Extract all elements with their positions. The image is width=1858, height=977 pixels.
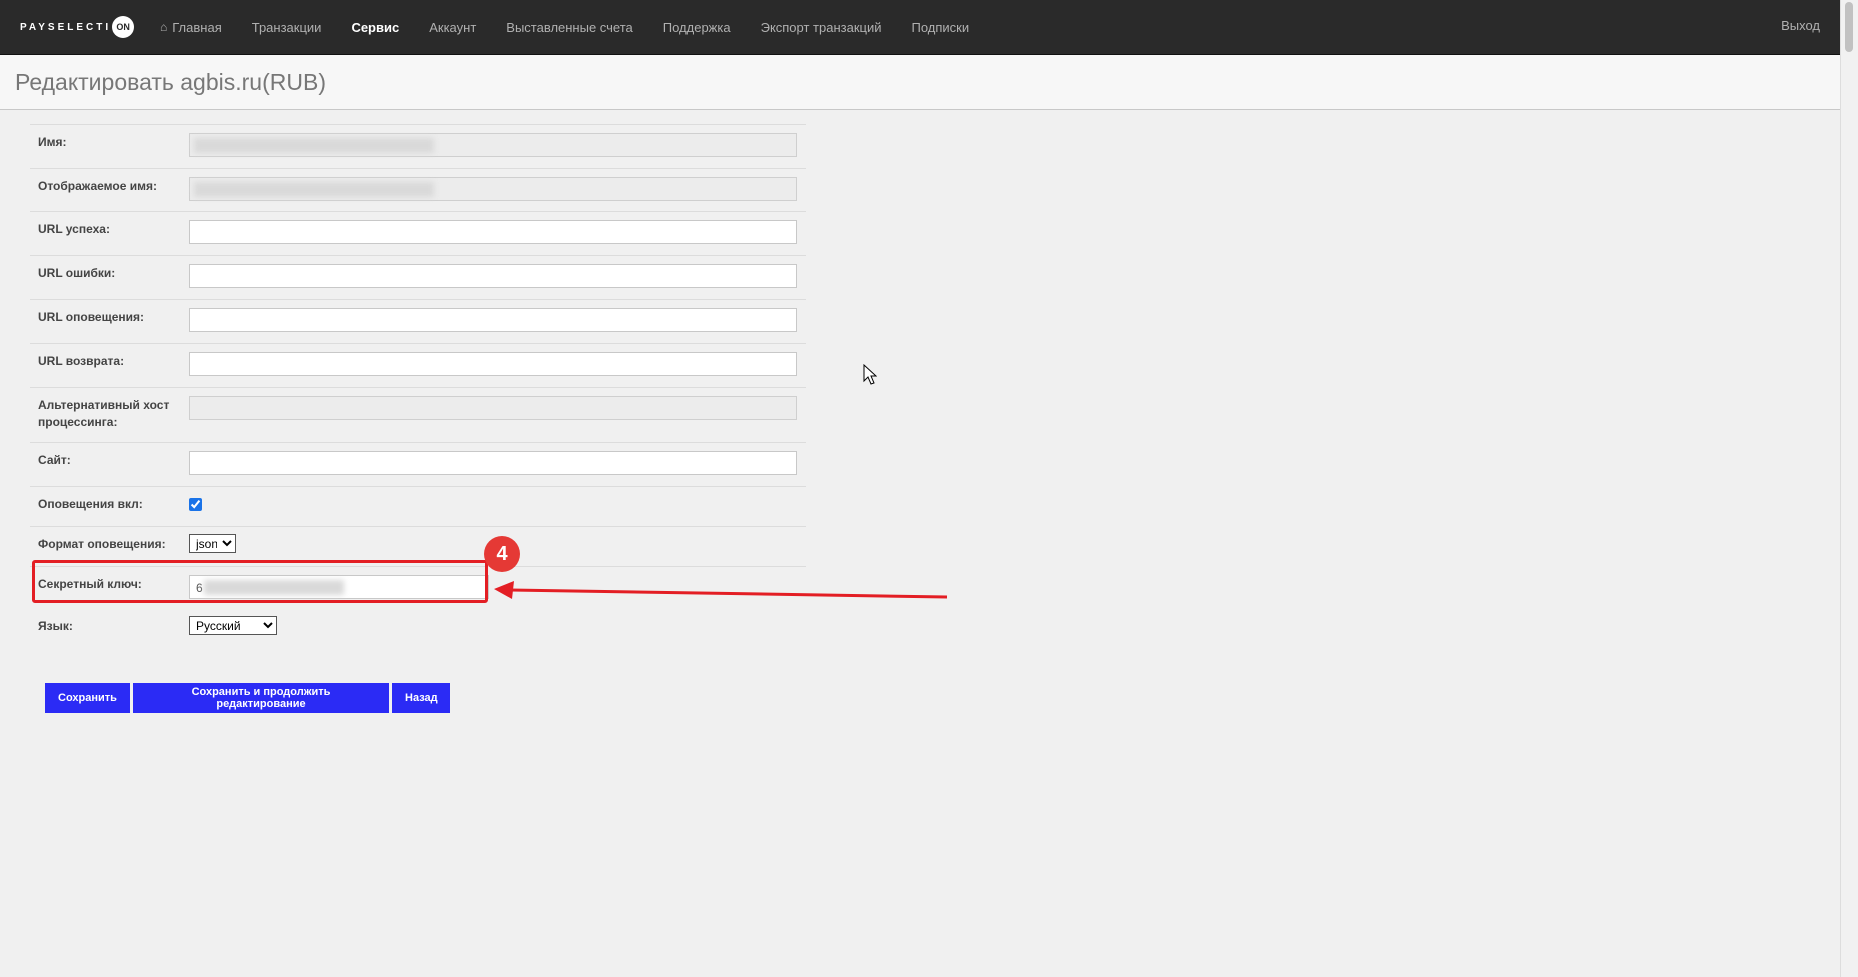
form-row-notify-url: URL оповещения: — [30, 299, 806, 343]
notify-format-select[interactable]: json — [189, 534, 236, 553]
redacted-value — [194, 182, 434, 197]
name-label: Имя: — [38, 135, 67, 149]
mouse-cursor-icon — [863, 364, 877, 385]
site-input[interactable] — [189, 451, 797, 475]
form-row-display-name: Отображаемое имя: — [30, 168, 806, 211]
form-row-error-url: URL ошибки: — [30, 255, 806, 299]
name-field — [189, 133, 797, 157]
nav-item-service[interactable]: Сервис — [351, 20, 399, 35]
save-continue-button[interactable]: Сохранить и продолжить редактирование — [133, 683, 389, 713]
logo-text: PAYSELECTI — [20, 21, 112, 33]
nav-item-support[interactable]: Поддержка — [663, 20, 731, 35]
annotation-arrow — [494, 581, 948, 599]
nav-item-subscriptions[interactable]: Подписки — [912, 20, 970, 35]
nav-item-invoices[interactable]: Выставленные счета — [506, 20, 632, 35]
display-name-field — [189, 177, 797, 201]
nav-item-home-label: Главная — [172, 19, 222, 35]
edit-form: Имя: Отображаемое имя: URL успеха: URL о… — [30, 124, 806, 651]
arrow-head — [494, 581, 514, 599]
logout-link[interactable]: Выход — [1781, 18, 1820, 33]
secret-key-input[interactable]: 6 — [189, 575, 489, 599]
form-actions: Сохранить Сохранить и продолжить редакти… — [45, 683, 453, 713]
save-button[interactable]: Сохранить — [45, 683, 130, 713]
secret-key-value: 6 — [196, 581, 203, 595]
nav-item-transactions[interactable]: Транзакции — [252, 20, 322, 35]
annotation-step-badge: 4 — [484, 536, 520, 572]
nav-item-account[interactable]: Аккаунт — [429, 20, 476, 35]
notify-url-label: URL оповещения: — [38, 310, 145, 324]
alt-host-label: Альтернативный хост процессинга: — [38, 398, 170, 429]
display-name-label: Отображаемое имя: — [38, 179, 157, 193]
form-row-alt-host: Альтернативный хост процессинга: — [30, 387, 806, 442]
notify-format-label: Формат оповещения: — [38, 537, 166, 551]
language-label: Язык: — [38, 619, 73, 633]
notify-url-input[interactable] — [189, 308, 797, 332]
scrollbar-thumb[interactable] — [1845, 2, 1853, 52]
form-row-language: Язык: Русский — [30, 609, 806, 651]
page-scrollbar[interactable] — [1840, 0, 1858, 977]
redacted-value — [204, 580, 344, 595]
nav-item-home[interactable]: ⌂ Главная — [160, 20, 222, 35]
form-row-notify-format: Формат оповещения: json — [30, 526, 806, 566]
form-row-notify-enabled: Оповещения вкл: — [30, 486, 806, 526]
error-url-input[interactable] — [189, 264, 797, 288]
back-button[interactable]: Назад — [392, 683, 450, 713]
site-label: Сайт: — [38, 453, 71, 467]
language-select[interactable]: Русский — [189, 616, 277, 635]
cursor-arrow-shape — [863, 364, 877, 385]
payselection-logo[interactable]: PAYSELECTI ON — [20, 16, 135, 38]
nav-item-export[interactable]: Экспорт транзакций — [761, 20, 882, 35]
form-row-success-url: URL успеха: — [30, 211, 806, 255]
redacted-value — [194, 138, 434, 153]
secret-key-label: Секретный ключ: — [38, 577, 142, 591]
success-url-input[interactable] — [189, 220, 797, 244]
notify-enabled-label: Оповещения вкл: — [38, 497, 143, 511]
arrow-shaft — [509, 588, 948, 599]
main-nav: ⌂ Главная Транзакции Сервис Аккаунт Выст… — [160, 0, 999, 54]
logo-on-badge: ON — [112, 16, 135, 38]
form-row-site: Сайт: — [30, 442, 806, 486]
success-url-label: URL успеха: — [38, 222, 110, 236]
form-row-return-url: URL возврата: — [30, 343, 806, 387]
page-header: Редактировать agbis.ru(RUB) — [0, 55, 1840, 110]
home-icon: ⌂ — [160, 20, 168, 34]
return-url-input[interactable] — [189, 352, 797, 376]
top-navbar: PAYSELECTI ON ⌂ Главная Транзакции Серви… — [0, 0, 1840, 55]
alt-host-input — [189, 396, 797, 420]
notify-enabled-checkbox[interactable] — [189, 498, 202, 511]
page-title: Редактировать agbis.ru(RUB) — [15, 69, 326, 95]
return-url-label: URL возврата: — [38, 354, 125, 368]
form-row-name: Имя: — [30, 124, 806, 168]
error-url-label: URL ошибки: — [38, 266, 116, 280]
